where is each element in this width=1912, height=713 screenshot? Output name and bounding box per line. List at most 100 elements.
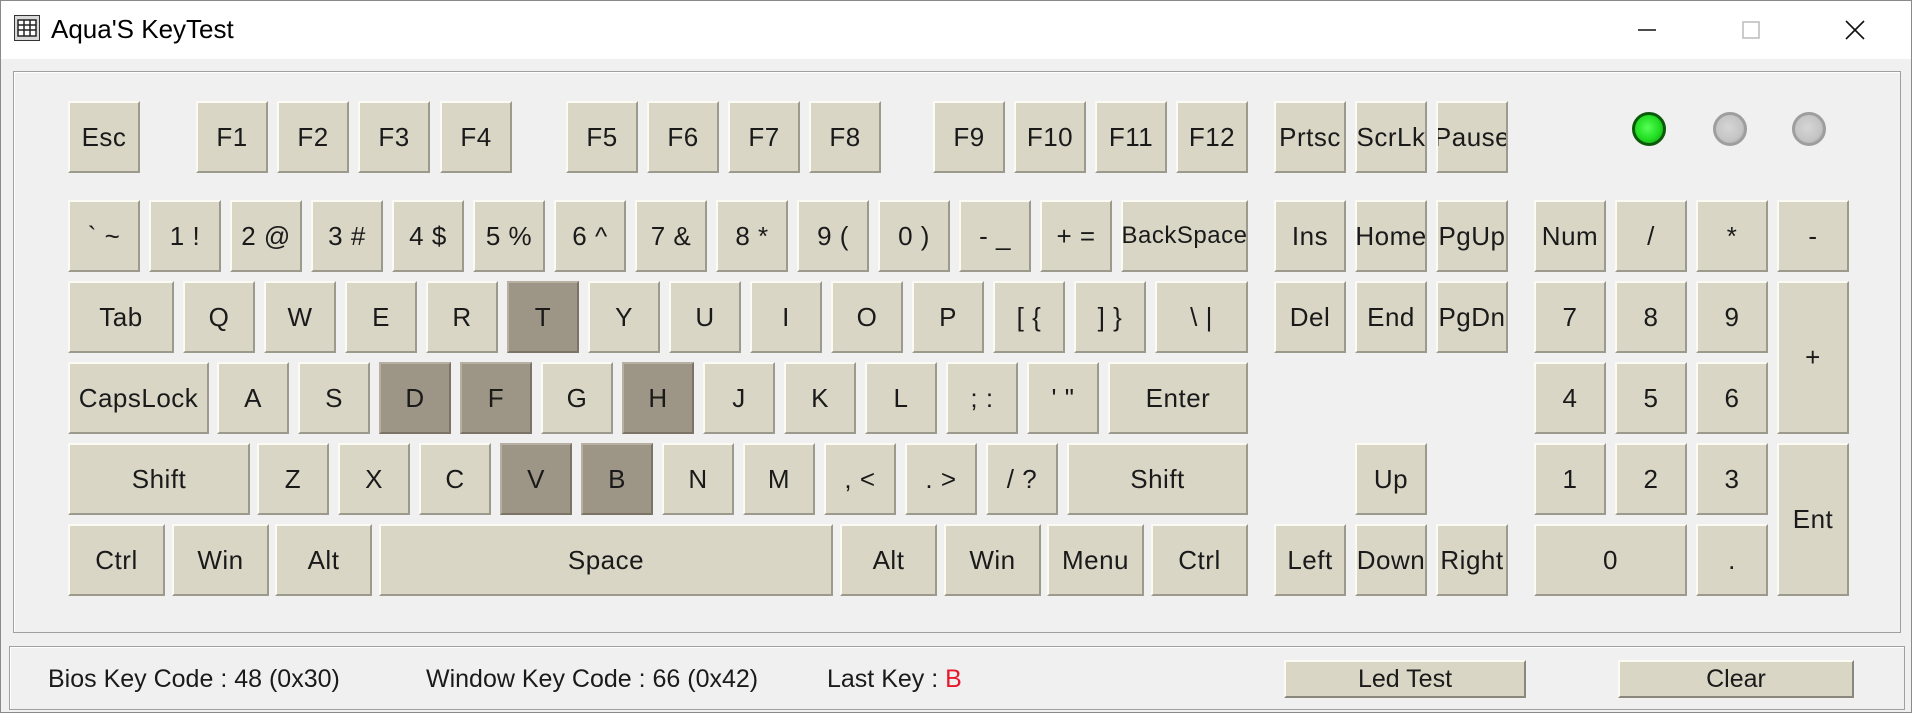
key-numdot[interactable]: . bbox=[1696, 524, 1768, 596]
key-space[interactable]: Space bbox=[379, 524, 833, 596]
key-0[interactable]: 0 ) bbox=[878, 200, 950, 272]
key-right[interactable]: Right bbox=[1436, 524, 1508, 596]
key-y[interactable]: Y bbox=[588, 281, 660, 353]
key-left[interactable]: Left bbox=[1274, 524, 1346, 596]
key-6[interactable]: 6 ^ bbox=[554, 200, 626, 272]
key-quote[interactable]: ' " bbox=[1027, 362, 1099, 434]
key-f1[interactable]: F1 bbox=[196, 101, 268, 173]
key-backslash[interactable]: \ | bbox=[1155, 281, 1248, 353]
key-ralt[interactable]: Alt bbox=[840, 524, 937, 596]
key-lwin[interactable]: Win bbox=[172, 524, 269, 596]
key-x[interactable]: X bbox=[338, 443, 410, 515]
key-lshift[interactable]: Shift bbox=[68, 443, 250, 515]
key-numlock[interactable]: Num bbox=[1534, 200, 1606, 272]
key-numminus[interactable]: - bbox=[1777, 200, 1849, 272]
key-enter[interactable]: Enter bbox=[1108, 362, 1248, 434]
key-pgdn[interactable]: PgDn bbox=[1436, 281, 1508, 353]
key-r[interactable]: R bbox=[426, 281, 498, 353]
key-f12[interactable]: F12 bbox=[1176, 101, 1248, 173]
key-f7[interactable]: F7 bbox=[728, 101, 800, 173]
key-rshift[interactable]: Shift bbox=[1067, 443, 1248, 515]
key-p[interactable]: P bbox=[912, 281, 984, 353]
key-u[interactable]: U bbox=[669, 281, 741, 353]
close-button[interactable] bbox=[1803, 1, 1907, 59]
key-v[interactable]: V bbox=[500, 443, 572, 515]
key-comma[interactable]: , < bbox=[824, 443, 896, 515]
key-f3[interactable]: F3 bbox=[358, 101, 430, 173]
key-1[interactable]: 1 ! bbox=[149, 200, 221, 272]
key-f11[interactable]: F11 bbox=[1095, 101, 1167, 173]
key-f[interactable]: F bbox=[460, 362, 532, 434]
key-pause[interactable]: Pause bbox=[1436, 101, 1508, 173]
key-s[interactable]: S bbox=[298, 362, 370, 434]
key-l[interactable]: L bbox=[865, 362, 937, 434]
key-num1[interactable]: 1 bbox=[1534, 443, 1606, 515]
key-num0[interactable]: 0 bbox=[1534, 524, 1687, 596]
key-c[interactable]: C bbox=[419, 443, 491, 515]
key-rctrl[interactable]: Ctrl bbox=[1151, 524, 1248, 596]
key-z[interactable]: Z bbox=[257, 443, 329, 515]
key-period[interactable]: . > bbox=[905, 443, 977, 515]
key-i[interactable]: I bbox=[750, 281, 822, 353]
key-q[interactable]: Q bbox=[183, 281, 255, 353]
key-backtick[interactable]: ` ~ bbox=[68, 200, 140, 272]
key-ins[interactable]: Ins bbox=[1274, 200, 1346, 272]
key-up[interactable]: Up bbox=[1355, 443, 1427, 515]
key-num3[interactable]: 3 bbox=[1696, 443, 1768, 515]
key-f5[interactable]: F5 bbox=[566, 101, 638, 173]
key-o[interactable]: O bbox=[831, 281, 903, 353]
key-end[interactable]: End bbox=[1355, 281, 1427, 353]
minimize-button[interactable] bbox=[1595, 1, 1699, 59]
key-esc[interactable]: Esc bbox=[68, 101, 140, 173]
key-home[interactable]: Home bbox=[1355, 200, 1427, 272]
key-3[interactable]: 3 # bbox=[311, 200, 383, 272]
key-f4[interactable]: F4 bbox=[440, 101, 512, 173]
key-num7[interactable]: 7 bbox=[1534, 281, 1606, 353]
key-w[interactable]: W bbox=[264, 281, 336, 353]
key-numslash[interactable]: / bbox=[1615, 200, 1687, 272]
key-slash[interactable]: / ? bbox=[986, 443, 1058, 515]
led-test-button[interactable]: Led Test bbox=[1284, 660, 1526, 698]
key-pgup[interactable]: PgUp bbox=[1436, 200, 1508, 272]
key-num6[interactable]: 6 bbox=[1696, 362, 1768, 434]
key-f6[interactable]: F6 bbox=[647, 101, 719, 173]
key-j[interactable]: J bbox=[703, 362, 775, 434]
key-scrlk[interactable]: ScrLk bbox=[1355, 101, 1427, 173]
key-9[interactable]: 9 ( bbox=[797, 200, 869, 272]
keyboard-grid-icon[interactable] bbox=[14, 15, 40, 41]
key-menu[interactable]: Menu bbox=[1047, 524, 1144, 596]
key-num2[interactable]: 2 bbox=[1615, 443, 1687, 515]
key-8[interactable]: 8 * bbox=[716, 200, 788, 272]
key-down[interactable]: Down bbox=[1355, 524, 1427, 596]
key-lctrl[interactable]: Ctrl bbox=[68, 524, 165, 596]
key-k[interactable]: K bbox=[784, 362, 856, 434]
key-g[interactable]: G bbox=[541, 362, 613, 434]
key-e[interactable]: E bbox=[345, 281, 417, 353]
key-a[interactable]: A bbox=[217, 362, 289, 434]
key-numenter[interactable]: Ent bbox=[1777, 443, 1849, 596]
key-f2[interactable]: F2 bbox=[277, 101, 349, 173]
key-numplus[interactable]: + bbox=[1777, 281, 1849, 434]
key-t[interactable]: T bbox=[507, 281, 579, 353]
key-lalt[interactable]: Alt bbox=[275, 524, 372, 596]
key-h[interactable]: H bbox=[622, 362, 694, 434]
key-f9[interactable]: F9 bbox=[933, 101, 1005, 173]
key-5[interactable]: 5 % bbox=[473, 200, 545, 272]
key-lbracket[interactable]: [ { bbox=[993, 281, 1065, 353]
key-num4[interactable]: 4 bbox=[1534, 362, 1606, 434]
key-prtsc[interactable]: Prtsc bbox=[1274, 101, 1346, 173]
key-tab[interactable]: Tab bbox=[68, 281, 174, 353]
key-b[interactable]: B bbox=[581, 443, 653, 515]
key-d[interactable]: D bbox=[379, 362, 451, 434]
key-f8[interactable]: F8 bbox=[809, 101, 881, 173]
key-minus[interactable]: - _ bbox=[959, 200, 1031, 272]
maximize-button[interactable] bbox=[1699, 1, 1803, 59]
key-numstar[interactable]: * bbox=[1696, 200, 1768, 272]
key-semicolon[interactable]: ; : bbox=[946, 362, 1018, 434]
key-2[interactable]: 2 @ bbox=[230, 200, 302, 272]
key-backspace[interactable]: BackSpace bbox=[1121, 200, 1248, 272]
key-n[interactable]: N bbox=[662, 443, 734, 515]
key-equals[interactable]: + = bbox=[1040, 200, 1112, 272]
key-rbracket[interactable]: ] } bbox=[1074, 281, 1146, 353]
key-7[interactable]: 7 & bbox=[635, 200, 707, 272]
